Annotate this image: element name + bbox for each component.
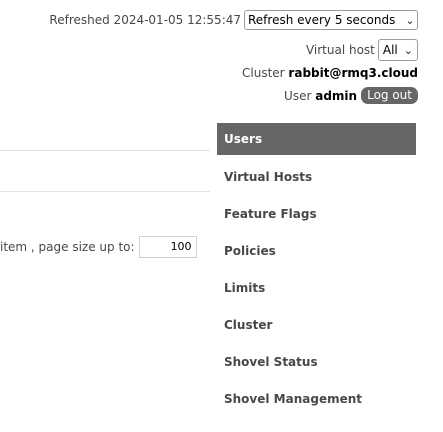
cluster-row: Cluster rabbit@rmq3.cloud [242,66,418,80]
divider [0,150,210,151]
page-size-input[interactable]: 100 [138,236,197,258]
admin-nav: Users Virtual Hosts Feature Flags Polici… [217,123,416,419]
divider [0,191,210,192]
admin-nav-item-feature-flags[interactable]: Feature Flags [217,197,416,234]
logout-button[interactable]: Log out [361,87,418,104]
vhost-value: All [382,43,398,57]
admin-nav-item-limits[interactable]: Limits [217,271,416,308]
user-name: admin [315,88,358,103]
user-label: User [284,88,312,103]
pagination-row: item , page size up to: 100 [0,236,197,258]
admin-nav-item-shovel-status[interactable]: Shovel Status [217,345,416,382]
refresh-interval-select[interactable]: Refresh every 5 seconds ⌄ [244,10,418,30]
chevron-down-icon: ⌄ [403,43,413,57]
vhost-row: Virtual host All ⌄ [306,39,418,61]
admin-nav-item-cluster[interactable]: Cluster [217,308,416,345]
page: Refreshed 2024-01-05 12:55:47 Refresh ev… [0,0,443,432]
refresh-interval-value: Refresh every 5 seconds [248,13,396,27]
page-size-label: item , page size up to: [0,240,135,254]
admin-nav-item-users[interactable]: Users [217,123,416,155]
user-row: User admin Log out [284,87,418,104]
chevron-down-icon: ⌄ [405,13,415,27]
admin-nav-item-virtual-hosts[interactable]: Virtual Hosts [217,160,416,197]
refresh-row: Refreshed 2024-01-05 12:55:47 Refresh ev… [49,10,418,30]
vhost-label: Virtual host [305,43,375,57]
admin-nav-item-policies[interactable]: Policies [217,234,416,271]
cluster-label: Cluster [242,66,285,80]
vhost-select[interactable]: All ⌄ [377,39,418,61]
refreshed-timestamp: Refreshed 2024-01-05 12:55:47 [49,13,241,27]
admin-nav-item-shovel-management[interactable]: Shovel Management [217,382,416,419]
cluster-name: rabbit@rmq3.cloud [288,66,418,80]
